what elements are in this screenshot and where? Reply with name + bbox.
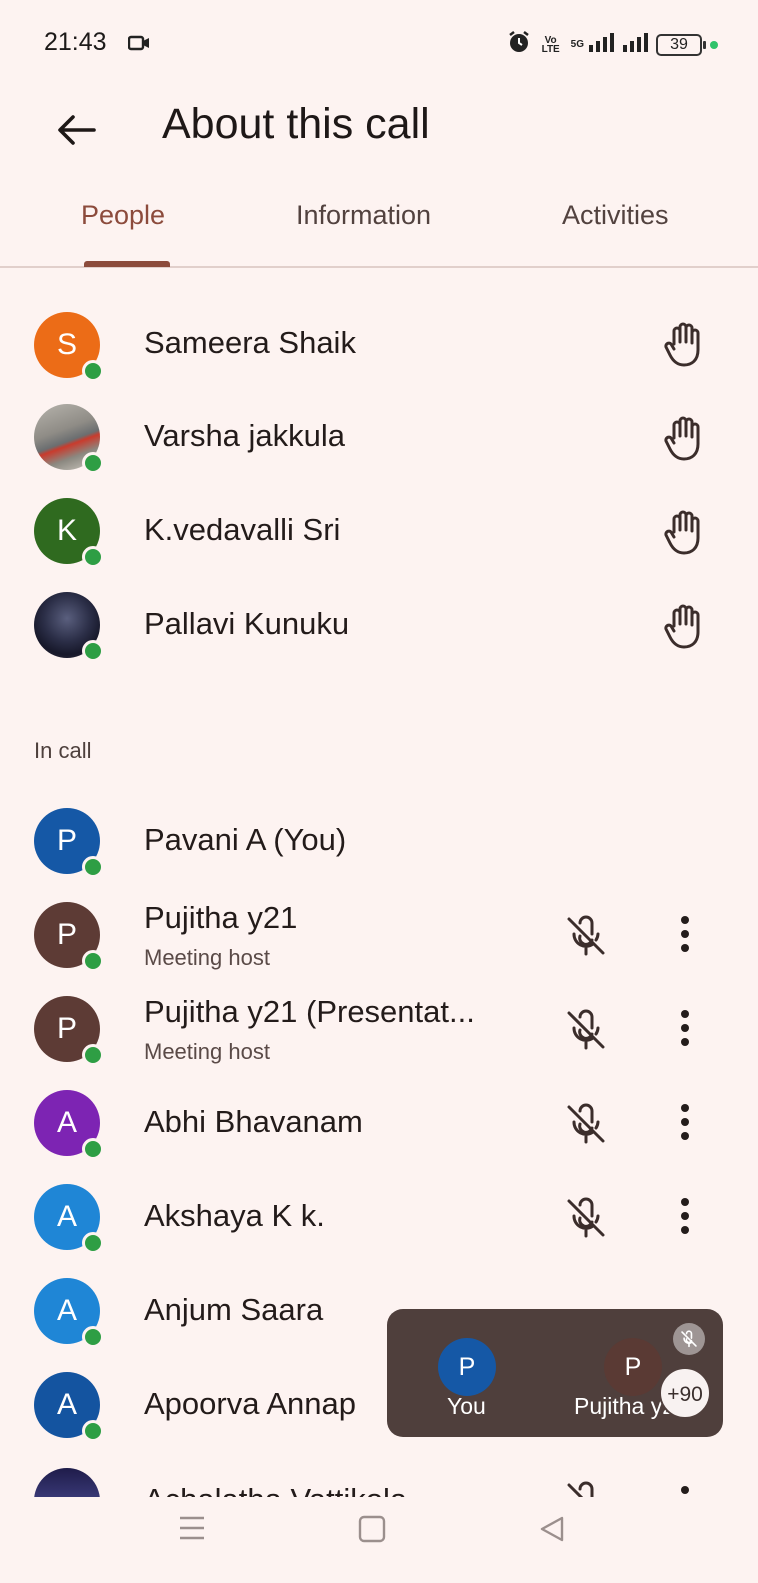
mic-off-icon [564, 1102, 608, 1151]
raised-hand-icon[interactable] [662, 508, 706, 561]
raised-hand-row-sameera[interactable]: S Sameera Shaik [0, 298, 758, 392]
tab-activities[interactable]: Activities [562, 200, 669, 231]
floating-call-tiles[interactable]: P You P Pujitha y21 +90 [387, 1309, 723, 1437]
mic-off-icon [564, 1480, 608, 1497]
presence-dot [82, 856, 104, 878]
presence-dot [82, 1326, 104, 1348]
system-nav-bar [0, 1497, 758, 1583]
tile-mic-off-icon [673, 1323, 705, 1355]
avatar-photo [34, 1468, 100, 1497]
participant-name: Pujitha y21 (Presentat... [144, 994, 475, 1029]
more-participants-badge[interactable]: +90 [659, 1367, 711, 1419]
presence-dot [82, 452, 104, 474]
participant-row-clipped[interactable]: Achalatha Vattikola [0, 1466, 758, 1497]
participant-name: Anjum Saara [144, 1292, 324, 1327]
avatar: S [34, 312, 104, 382]
self-tile-label: You [447, 1393, 486, 1419]
participant-role: Meeting host [144, 1039, 270, 1064]
participant-name: Apoorva Annap [144, 1386, 357, 1421]
avatar: A [34, 1372, 104, 1442]
mic-off-icon [564, 1196, 608, 1245]
participant-row-pavani[interactable]: P Pavani A (You) [0, 808, 758, 902]
presence-dot [82, 360, 104, 382]
back-button[interactable] [48, 102, 104, 158]
mic-off-icon [564, 1008, 608, 1057]
avatar: K [34, 498, 104, 568]
more-options-icon[interactable] [678, 1484, 692, 1497]
alarm-icon [507, 30, 531, 59]
status-bar: 21:43 Vo LTE 5G 39 [0, 0, 758, 88]
status-icons: Vo LTE 5G 39 [507, 30, 718, 59]
tab-bar: People Information Activities [0, 190, 758, 268]
video-recording-icon [127, 34, 150, 57]
raised-hand-icon[interactable] [662, 414, 706, 467]
raised-hand-row-pallavi[interactable]: Pallavi Kunuku [0, 580, 758, 674]
presence-dot [82, 1232, 104, 1254]
participant-name: Varsha jakkula [144, 418, 346, 453]
volte-icon: Vo LTE [541, 34, 560, 55]
participant-name: Sameera Shaik [144, 325, 356, 360]
participant-row-pujitha[interactable]: P Pujitha y21 Meeting host [0, 900, 758, 994]
participant-row-akshaya[interactable]: A Akshaya K k. [0, 1184, 758, 1278]
more-options-icon[interactable] [678, 1196, 692, 1241]
participant-name: Pujitha y21 [144, 900, 298, 935]
participant-name: Akshaya K k. [144, 1198, 325, 1233]
host-tile-avatar: P [604, 1338, 662, 1396]
raised-hand-row-vedavalli[interactable]: K K.vedavalli Sri [0, 486, 758, 580]
tab-information[interactable]: Information [296, 200, 431, 231]
privacy-dot-icon [710, 40, 718, 49]
signal-icon-1 [588, 32, 614, 57]
avatar: P [34, 902, 104, 972]
arrow-back-icon [58, 115, 96, 145]
participant-name: Pavani A (You) [144, 822, 347, 857]
recents-menu-icon[interactable] [178, 1515, 206, 1546]
in-call-section-label: In call [34, 738, 92, 763]
active-tab-indicator [84, 261, 170, 267]
avatar: A [34, 1184, 104, 1254]
avatar: A [34, 1278, 104, 1348]
battery-indicator: 39 [656, 33, 706, 56]
tab-people[interactable]: People [81, 200, 165, 231]
participant-name: Pallavi Kunuku [144, 606, 350, 641]
participant-name: Achalatha Vattikola [144, 1482, 407, 1497]
network-type: 5G [570, 39, 584, 50]
participant-row-pujitha-presentation[interactable]: P Pujitha y21 (Presentat... Meeting host [0, 994, 758, 1088]
presence-dot [82, 950, 104, 972]
avatar-photo [34, 592, 104, 662]
back-triangle-icon[interactable] [538, 1515, 566, 1548]
page-title: About this call [162, 100, 430, 148]
app-bar: About this call [0, 88, 758, 168]
avatar-photo [34, 404, 104, 474]
home-square-icon[interactable] [358, 1515, 386, 1548]
participant-name: K.vedavalli Sri [144, 512, 341, 547]
participant-name: Abhi Bhavanam [144, 1104, 363, 1139]
raised-hand-icon[interactable] [662, 320, 706, 373]
raised-hand-icon[interactable] [662, 602, 706, 655]
signal-icon-2 [622, 32, 648, 57]
more-options-icon[interactable] [678, 1008, 692, 1053]
avatar: P [34, 808, 104, 878]
more-options-icon[interactable] [678, 914, 692, 959]
mic-off-icon [564, 914, 608, 963]
presence-dot [82, 1044, 104, 1066]
presence-dot [82, 1138, 104, 1160]
avatar: P [34, 996, 104, 1066]
avatar: A [34, 1090, 104, 1160]
participant-row-abhi[interactable]: A Abhi Bhavanam [0, 1090, 758, 1184]
presence-dot [82, 1420, 104, 1442]
raised-hand-row-varsha[interactable]: Varsha jakkula [0, 392, 758, 486]
participant-role: Meeting host [144, 945, 270, 970]
more-options-icon[interactable] [678, 1102, 692, 1147]
presence-dot [82, 546, 104, 568]
presence-dot [82, 640, 104, 662]
self-tile-avatar: P [438, 1338, 496, 1396]
status-time: 21:43 [44, 28, 107, 56]
